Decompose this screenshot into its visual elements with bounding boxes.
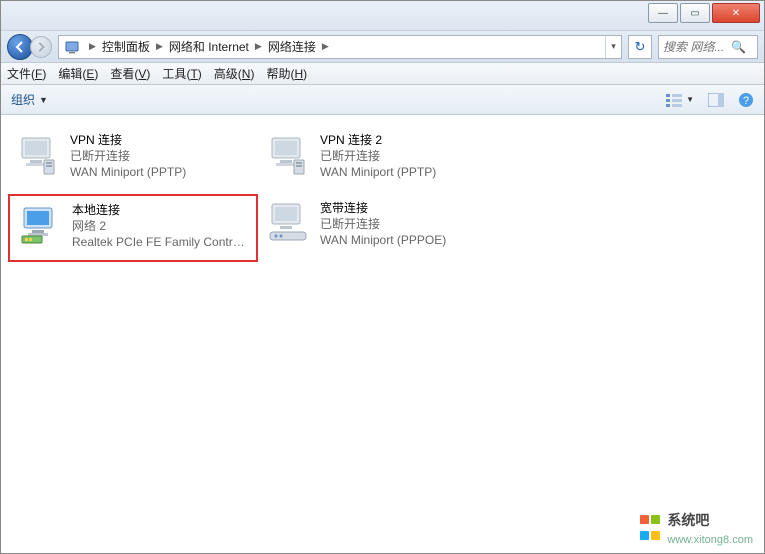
close-button[interactable]: ✕ [712,3,760,23]
nav-forward-button[interactable] [30,36,52,58]
connection-item-local[interactable]: 本地连接网络 2Realtek PCIe FE Family Control..… [8,194,258,262]
search-box[interactable]: 🔍 [658,35,758,59]
minimize-button[interactable]: — [648,3,678,23]
network-icon [266,200,310,244]
menubar: 文件(F) 编辑(E) 查看(V) 工具(T) 高级(N) 帮助(H) [1,63,764,85]
breadcrumb-item[interactable]: 控制面板 [100,38,152,55]
watermark-url: www.xitong8.com [667,534,753,546]
connection-item-vpn2[interactable]: VPN 连接 2已断开连接WAN Miniport (PPTP) [258,126,508,194]
help-button[interactable]: ? [738,92,754,108]
chevron-right-icon: ▶ [85,41,100,52]
network-icon [16,132,60,176]
menu-tools[interactable]: 工具(T) [162,65,201,82]
connection-status: 已断开连接 [320,216,446,232]
svg-text:?: ? [743,95,749,107]
watermark-text: 系统吧 [667,512,709,528]
menu-edit[interactable]: 编辑(E) [58,65,98,82]
chevron-down-icon: ▼ [39,95,48,105]
connection-item-broadband[interactable]: 宽带连接已断开连接WAN Miniport (PPPOE) [258,194,508,262]
address-bar-row: ▶ 控制面板 ▶ 网络和 Internet ▶ 网络连接 ▶ ▾ ↻ 🔍 [1,31,764,63]
network-icon [266,132,310,176]
toolbar: 组织▼ ▼ ? [1,85,764,115]
menu-view[interactable]: 查看(V) [110,65,150,82]
menu-advanced[interactable]: 高级(N) [214,65,255,82]
connection-item-vpn1[interactable]: VPN 连接已断开连接WAN Miniport (PPTP) [8,126,258,194]
connection-name: VPN 连接 2 [320,132,436,148]
connection-device: WAN Miniport (PPTP) [70,164,186,180]
preview-pane-button[interactable] [708,93,724,107]
connection-name: VPN 连接 [70,132,186,148]
connection-name: 本地连接 [72,202,248,218]
breadcrumb-dropdown[interactable]: ▾ [605,36,621,58]
connection-status: 已断开连接 [320,148,436,164]
breadcrumb[interactable]: ▶ 控制面板 ▶ 网络和 Internet ▶ 网络连接 ▶ ▾ [58,35,622,59]
organize-button[interactable]: 组织▼ [11,91,48,108]
chevron-right-icon: ▶ [152,41,167,52]
chevron-right-icon: ▶ [318,41,333,52]
menu-help[interactable]: 帮助(H) [266,65,307,82]
connection-device: Realtek PCIe FE Family Control... [72,234,248,250]
watermark: 系统吧 www.xitong8.com [639,510,753,546]
refresh-button[interactable]: ↻ [628,35,652,59]
chevron-down-icon: ▼ [686,95,694,104]
connection-name: 宽带连接 [320,200,446,216]
connection-device: WAN Miniport (PPPOE) [320,232,446,248]
network-icon [18,202,62,246]
connections-pane: VPN 连接已断开连接WAN Miniport (PPTP)VPN 连接 2已断… [2,116,763,552]
menu-file[interactable]: 文件(F) [7,65,46,82]
maximize-button[interactable]: ▭ [680,3,710,23]
connection-status: 网络 2 [72,218,248,234]
view-options-button[interactable]: ▼ [666,93,694,107]
connection-device: WAN Miniport (PPTP) [320,164,436,180]
titlebar: — ▭ ✕ [1,1,764,31]
connection-status: 已断开连接 [70,148,186,164]
breadcrumb-item[interactable]: 网络连接 [266,38,318,55]
search-input[interactable] [663,40,731,54]
chevron-right-icon: ▶ [251,41,266,52]
control-panel-icon [63,38,81,56]
search-icon: 🔍 [731,40,746,54]
windows-flag-icon [639,512,661,544]
breadcrumb-item[interactable]: 网络和 Internet [167,38,251,55]
